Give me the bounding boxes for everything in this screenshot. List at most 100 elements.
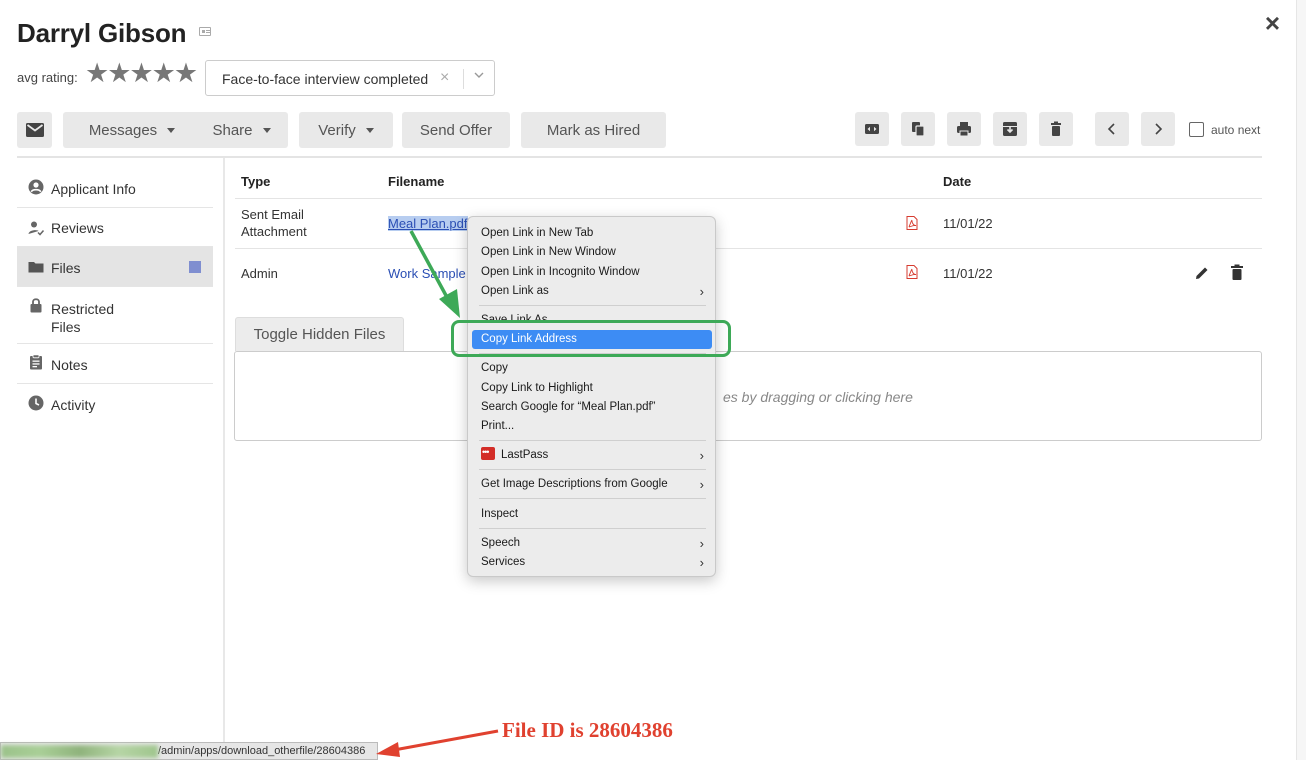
email-button[interactable] — [17, 112, 52, 148]
menu-separator — [479, 305, 706, 306]
column-header-date[interactable]: Date — [943, 174, 971, 189]
redacted-url-region — [1, 745, 158, 758]
red-arrow-annotation — [376, 729, 499, 757]
column-header-filename[interactable]: Filename — [388, 174, 444, 189]
mark-as-hired-button[interactable]: Mark as Hired — [521, 112, 666, 148]
merge-button[interactable] — [855, 112, 889, 146]
chevron-right-icon — [1155, 123, 1163, 135]
page-title: Darryl Gibson — [17, 18, 187, 48]
green-arrow-annotation — [409, 230, 460, 318]
file-drop-zone[interactable]: es by dragging or clicking here — [234, 351, 1262, 441]
drop-zone-hint: es by dragging or clicking here — [723, 389, 913, 405]
lock-icon — [30, 298, 42, 313]
menu-item-search-google[interactable]: Search Google for “Meal Plan.pdf” — [472, 398, 712, 417]
menu-separator — [479, 498, 706, 499]
auto-next-toggle[interactable]: auto next — [1189, 122, 1260, 137]
menu-separator — [479, 469, 706, 470]
menu-item-speech[interactable]: Speech › — [472, 534, 712, 553]
sidebar-divider — [223, 158, 225, 760]
menu-item-open-new-tab[interactable]: Open Link in New Tab — [472, 224, 712, 243]
chevron-down-icon[interactable] — [470, 69, 488, 84]
row-type: Sent Email Attachment — [241, 207, 307, 239]
menu-separator — [479, 440, 706, 441]
menu-item-copy-link-to-highlight[interactable]: Copy Link to Highlight — [472, 379, 712, 398]
sidebar-item-reviews[interactable]: Reviews — [17, 208, 213, 247]
sidebar-item-label: Reviews — [51, 220, 104, 236]
copy-button[interactable] — [901, 112, 935, 146]
merge-icon — [865, 124, 879, 134]
files-badge — [189, 261, 201, 273]
clock-icon — [28, 395, 44, 411]
menu-item-lastpass[interactable]: LastPass› — [472, 443, 712, 465]
toggle-hidden-files-button[interactable]: Toggle Hidden Files — [235, 317, 404, 351]
row-divider — [235, 198, 1262, 199]
trash-icon[interactable] — [1230, 264, 1244, 281]
chevron-left-icon — [1107, 123, 1115, 135]
sidebar-item-activity[interactable]: Activity — [17, 384, 213, 424]
share-button[interactable]: Share — [195, 112, 288, 148]
next-button[interactable] — [1141, 112, 1175, 146]
menu-item-open-link-as[interactable]: Open Link as › — [472, 282, 712, 301]
caret-down-icon — [365, 127, 374, 133]
trash-icon — [1051, 121, 1061, 136]
archive-icon — [1003, 122, 1017, 136]
status-select[interactable]: Face-to-face interview completed × — [205, 60, 495, 96]
delete-button[interactable] — [1039, 112, 1073, 146]
file-id-annotation: File ID is 28604386 — [502, 718, 673, 742]
menu-item-open-new-window[interactable]: Open Link in New Window — [472, 243, 712, 262]
edit-icon[interactable] — [1194, 265, 1210, 281]
rating-stars[interactable]: ★★★★★ — [85, 58, 198, 89]
menu-item-open-incognito[interactable]: Open Link in Incognito Window — [472, 263, 712, 282]
submenu-arrow-icon: › — [699, 448, 704, 463]
folder-icon — [28, 262, 44, 273]
pdf-icon — [906, 265, 918, 279]
menu-item-services[interactable]: Services › — [472, 553, 712, 572]
sidebar-item-applicant-info[interactable]: Applicant Info — [17, 169, 213, 208]
person-check-icon — [28, 221, 44, 236]
scrollbar[interactable] — [1296, 0, 1306, 760]
print-button[interactable] — [947, 112, 981, 146]
submenu-arrow-icon: › — [699, 555, 704, 570]
menu-item-print[interactable]: Print... — [472, 417, 712, 436]
copy-icon — [912, 122, 925, 137]
row-type: Admin — [241, 266, 278, 281]
id-card-icon[interactable] — [199, 27, 211, 36]
close-icon[interactable]: × — [1265, 10, 1280, 36]
status-value: Face-to-face interview completed — [222, 71, 429, 87]
send-offer-button[interactable]: Send Offer — [402, 112, 510, 148]
row-date: 11/01/22 — [943, 266, 993, 281]
sidebar-item-label: Applicant Info — [51, 181, 136, 197]
previous-button[interactable] — [1095, 112, 1129, 146]
row-date: 11/01/22 — [943, 216, 993, 231]
status-url: /admin/apps/download_otherfile/28604386 — [158, 745, 366, 757]
pdf-icon — [906, 216, 918, 230]
lastpass-icon — [481, 443, 495, 462]
account-circle-icon — [28, 179, 44, 195]
sidebar-item-label: Restricted Files — [51, 301, 115, 335]
auto-next-checkbox[interactable] — [1189, 122, 1204, 137]
header-divider — [17, 156, 1262, 158]
sidebar-item-notes[interactable]: Notes — [17, 344, 213, 384]
menu-item-image-descriptions[interactable]: Get Image Descriptions from Google › — [472, 475, 712, 494]
auto-next-label: auto next — [1211, 122, 1261, 137]
submenu-arrow-icon: › — [699, 284, 704, 299]
verify-button[interactable]: Verify — [299, 112, 393, 148]
sidebar-item-label: Notes — [51, 357, 88, 373]
column-header-type[interactable]: Type — [241, 174, 270, 189]
sidebar-item-files[interactable]: Files — [17, 247, 213, 287]
menu-separator — [479, 528, 706, 529]
submenu-arrow-icon: › — [699, 536, 704, 551]
menu-item-inspect[interactable]: Inspect — [472, 505, 712, 524]
share-label: Share — [212, 121, 253, 139]
verify-label: Verify — [318, 121, 356, 139]
avg-rating-label: avg rating: — [17, 70, 78, 85]
sidebar-item-restricted-files[interactable]: Restricted Files — [17, 287, 213, 344]
row-divider — [235, 248, 1262, 249]
divider — [463, 69, 464, 89]
caret-down-icon — [262, 127, 271, 133]
clear-status-icon[interactable]: × — [440, 69, 449, 87]
sidebar-item-label: Activity — [51, 397, 96, 413]
messages-button[interactable]: Messages — [63, 112, 201, 148]
menu-item-copy[interactable]: Copy — [472, 359, 712, 378]
archive-button[interactable] — [993, 112, 1027, 146]
